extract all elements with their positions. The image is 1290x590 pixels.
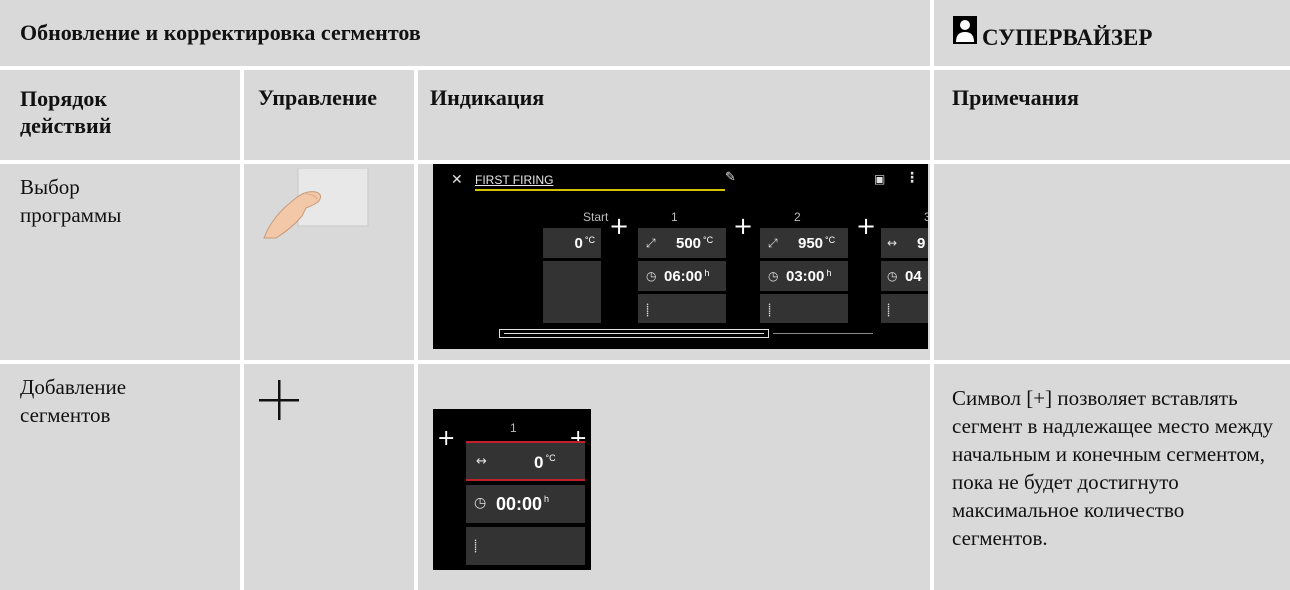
segment-3-time: 04: [905, 268, 922, 285]
segment-2-temp-tile[interactable]: ⤢ 950 °C: [760, 228, 848, 258]
segment-1-extra-tile[interactable]: ⸽: [638, 294, 726, 323]
segment-3-temp-tile[interactable]: ↔ 9: [881, 228, 928, 258]
segment-1-temp-unit: °C: [703, 235, 714, 245]
row2-step-cell: Добавление сегментов: [0, 364, 240, 590]
segment-screen: + 1 + ↔ 0 °C ◷ 00:00 h ⸽: [433, 409, 591, 570]
segment-1-time-tile[interactable]: ◷ 06:00 h: [638, 261, 726, 291]
plus-icon: [259, 380, 299, 420]
close-icon[interactable]: ✕: [451, 172, 463, 188]
segment-1-time: 06:00: [664, 268, 703, 285]
row2-notes-cell: Символ [+] позволяет вставлять сегмент в…: [934, 364, 1290, 590]
title-cell: Обновление и корректировка сегментов: [0, 0, 930, 66]
program-screen: ✕ FIRST FIRING ✎ ▣ ⋮ Start 0 °C + 1 ⤢ 500…: [433, 164, 928, 349]
role-label: СУПЕРВАЙЗЕР: [982, 25, 1153, 50]
hold-icon: ↔: [476, 454, 487, 469]
clock-icon: ◷: [474, 495, 487, 511]
role-cell: СУПЕРВАЙЗЕР: [934, 0, 1290, 66]
segment-1-temp: 500: [676, 235, 702, 252]
segment-2-time-unit: h: [826, 268, 832, 278]
more-icon[interactable]: ⋮: [905, 170, 919, 186]
clock-icon: ◷: [768, 269, 779, 283]
row1-step-cell: Выбор программы: [0, 164, 240, 360]
col-display-label: Индикация: [430, 85, 545, 110]
segment-2-label: 2: [794, 210, 801, 224]
segment-1-label: 1: [671, 210, 678, 224]
segment-1-temp-tile[interactable]: ⤢ 500 °C: [638, 228, 726, 258]
start-empty-tile: [543, 261, 601, 323]
hold-icon: ↔: [887, 236, 898, 250]
col-steps-label: Порядок действий: [20, 86, 112, 138]
extra-function-icon: ⸽: [768, 303, 772, 317]
row2-display-cell: + 1 + ↔ 0 °C ◷ 00:00 h ⸽: [418, 364, 930, 590]
ramp-up-icon: ⤢: [768, 236, 778, 250]
name-underline: [475, 189, 725, 191]
finger-tap-icon: [263, 168, 369, 239]
start-label: Start: [583, 210, 609, 224]
user-icon: [953, 16, 977, 44]
row1-display-cell: ✕ FIRST FIRING ✎ ▣ ⋮ Start 0 °C + 1 ⤢ 500…: [418, 164, 930, 360]
segment-2-time-tile[interactable]: ◷ 03:00 h: [760, 261, 848, 291]
segment-extra-tile[interactable]: ⸽: [466, 527, 585, 565]
col-header-display: Индикация: [418, 70, 930, 160]
segment-3-time-tile[interactable]: ◷ 04: [881, 261, 928, 291]
row2-step-text: Добавление сегментов: [20, 375, 127, 427]
segment-3-label: 3: [924, 210, 928, 224]
ramp-up-icon: ⤢: [646, 236, 656, 250]
edit-icon[interactable]: ✎: [725, 170, 736, 185]
segment-1-time-unit: h: [704, 268, 710, 278]
start-temp-value: 0: [574, 235, 583, 252]
segment-temp-tile[interactable]: ↔ 0 °C: [466, 441, 585, 481]
insert-segment-button[interactable]: +: [609, 214, 629, 238]
segment-3-temp: 9: [917, 235, 926, 252]
clock-icon: ◷: [887, 269, 898, 283]
segment-2-time: 03:00: [786, 268, 825, 285]
start-temp-unit: °C: [584, 235, 595, 245]
row1-control-cell: [244, 164, 414, 360]
segment-3-extra-tile[interactable]: ⸽: [881, 294, 928, 323]
row2-note: Символ [+] позволяет вставлять сегмент в…: [952, 386, 1274, 550]
segment-2-temp-unit: °C: [825, 235, 836, 245]
extra-function-icon: ⸽: [646, 303, 650, 317]
col-notes-label: Примечания: [952, 85, 1079, 110]
col-header-notes: Примечания: [934, 70, 1290, 160]
section-title: Обновление и корректировка сегментов: [20, 20, 421, 45]
extra-function-icon: ⸽: [887, 303, 891, 317]
segment-temp-unit: °C: [545, 453, 556, 463]
segment-navigator[interactable]: [499, 329, 769, 338]
save-icon[interactable]: ▣: [874, 172, 885, 186]
segment-time-tile[interactable]: ◷ 00:00 h: [466, 485, 585, 523]
segment-2-extra-tile[interactable]: ⸽: [760, 294, 848, 323]
col-control-label: Управление: [258, 85, 378, 110]
insert-segment-button[interactable]: +: [856, 214, 876, 238]
row1-step-text: Выбор программы: [20, 175, 122, 227]
navigator-track: [773, 333, 873, 334]
segment-time: 00:00: [496, 494, 543, 514]
insert-segment-button[interactable]: +: [733, 214, 753, 238]
segment-temp: 0: [534, 453, 544, 472]
segment-time-unit: h: [544, 494, 550, 504]
row1-notes-cell: [934, 164, 1290, 360]
col-header-control: Управление: [244, 70, 414, 160]
segment-2-temp: 950: [798, 235, 824, 252]
segment-label: 1: [510, 421, 517, 435]
start-temp-tile[interactable]: 0 °C: [543, 228, 601, 258]
col-header-steps: Порядок действий: [0, 70, 240, 160]
insert-before-button[interactable]: +: [437, 427, 455, 451]
clock-icon: ◷: [646, 269, 657, 283]
program-name[interactable]: FIRST FIRING: [475, 173, 553, 187]
extra-function-icon: ⸽: [474, 539, 478, 553]
row2-control-cell: [244, 364, 414, 590]
